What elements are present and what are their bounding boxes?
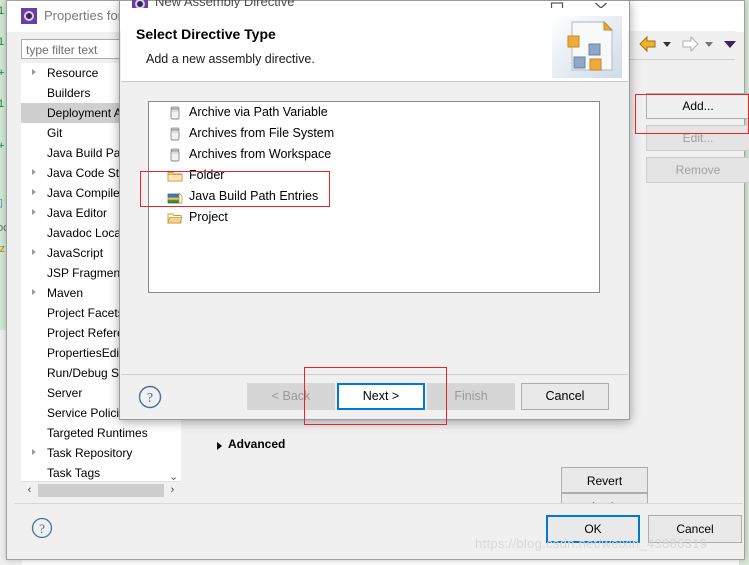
wizard-subheading: Add a new assembly directive. (146, 52, 315, 66)
tree-item-label: Maven (47, 286, 84, 300)
remove-button: Remove (646, 157, 749, 183)
books-icon (167, 189, 183, 205)
new-assembly-directive-dialog: New Assembly Directive Select Directive … (119, 0, 630, 420)
directive-type-label: Java Build Path Entries (189, 189, 319, 203)
tree-item-targeted-runtimes[interactable]: Targeted Runtimes (21, 423, 181, 443)
tree-item-label: Java Build Path (47, 146, 131, 160)
wizard-body: Archive via Path Variable Archives from F… (121, 82, 628, 374)
chevron-right-icon[interactable] (217, 442, 222, 450)
directive-type-archives-from-file-system[interactable]: Archives from File System (149, 123, 599, 144)
next-button[interactable]: Next > (337, 383, 425, 410)
view-menu-chevron-down-filled-icon[interactable] (723, 35, 737, 55)
directive-type-label: Archives from File System (189, 126, 335, 140)
back-button: < Back (247, 383, 335, 410)
hscroll-left-arrow-icon[interactable]: ‹ (22, 483, 37, 498)
svg-text:?: ? (39, 521, 45, 536)
tree-item-label: Task Repository (47, 446, 133, 460)
tree-item-label: Project Referen (47, 326, 131, 340)
advanced-label: Advanced (228, 437, 286, 451)
svg-text:?: ? (147, 391, 153, 406)
directive-type-label: Archive via Path Variable (189, 105, 328, 119)
forward-arrow-icon[interactable] (680, 35, 700, 55)
directive-type-label: Archives from Workspace (189, 147, 332, 161)
wizard-header: Select Directive Type Add a new assembly… (121, 8, 628, 82)
add-button[interactable]: Add... (646, 93, 749, 119)
hscroll-thumb[interactable] (38, 484, 164, 497)
wizard-help-question-mark-icon[interactable]: ? (138, 385, 162, 409)
directive-type-list[interactable]: Archive via Path Variable Archives from F… (148, 101, 600, 293)
directive-type-archives-from-workspace[interactable]: Archives from Workspace (149, 144, 599, 165)
tree-item-label: Run/Debug Set (47, 366, 130, 380)
back-dropdown-chevron-down-icon[interactable] (661, 35, 673, 55)
assembly-side-buttons: Add... Edit... Remove (646, 93, 749, 189)
help-question-mark-icon[interactable]: ? (31, 517, 53, 539)
finish-button: Finish (427, 383, 515, 410)
assembly-page-banner-icon (552, 16, 622, 78)
directive-type-java-build-path-entries[interactable]: Java Build Path Entries (149, 186, 599, 207)
tree-horizontal-scrollbar[interactable]: ‹ › (21, 481, 181, 499)
tree-item-label: PropertiesEdito (47, 346, 130, 360)
bg-code-fragment: 1 (0, 5, 5, 17)
jar-icon (167, 105, 183, 121)
jar-icon (167, 147, 183, 163)
directive-type-folder[interactable]: Folder (149, 165, 599, 186)
tree-item-label: Java Compiler (47, 186, 124, 200)
bg-code-fragment: 1 (0, 98, 5, 110)
tree-item-label: Task Tags (47, 466, 101, 480)
bg-code-fragment: 1 (0, 36, 5, 48)
chevron-right-icon[interactable] (32, 189, 36, 195)
tree-item-label: Targeted Runtimes (47, 426, 148, 440)
advanced-section[interactable]: Advanced (197, 436, 742, 458)
revert-button[interactable]: Revert (561, 467, 648, 493)
chevron-right-icon[interactable] (32, 289, 36, 295)
chevron-right-icon[interactable] (32, 209, 36, 215)
watermark-text: https://blog.csdn.net/weixin_43886319 (475, 536, 708, 551)
tree-item-label: Java Editor (47, 206, 108, 220)
tree-item-label: Builders (47, 86, 91, 100)
project-icon (167, 210, 183, 226)
directive-type-label: Folder (189, 168, 225, 182)
back-arrow-icon[interactable] (638, 35, 658, 55)
directive-type-archive-via-path-variable[interactable]: Archive via Path Variable (149, 102, 599, 123)
directive-type-label: Project (189, 210, 228, 224)
forward-dropdown-chevron-down-icon[interactable] (703, 35, 715, 55)
tree-item-label: Deployment As (47, 106, 128, 120)
wizard-heading: Select Directive Type (136, 26, 276, 42)
cancel-button[interactable]: Cancel (521, 383, 609, 410)
bg-text-fragment: iz (0, 243, 5, 255)
wizard-footer: ? < Back Next > Finish Cancel (121, 374, 628, 419)
tree-item-label: JSP Fragment (47, 266, 124, 280)
properties-title-label: Properties for (44, 8, 123, 23)
jar-icon (167, 126, 183, 142)
folder-icon (167, 168, 183, 184)
tree-item-task-tags[interactable]: Task Tags (21, 463, 181, 483)
tree-item-label: JavaScript (47, 246, 104, 260)
tree-item-label: Resource (47, 66, 99, 80)
tree-item-label: Server (47, 386, 83, 400)
chevron-right-icon[interactable] (32, 249, 36, 255)
tree-item-label: Git (47, 126, 63, 140)
chevron-right-icon[interactable] (32, 449, 36, 455)
directive-type-project[interactable]: Project (149, 207, 599, 228)
tree-item-label: Project Facets (47, 306, 124, 320)
chevron-right-icon[interactable] (32, 169, 36, 175)
bg-code-fragment: + (0, 140, 5, 152)
hscroll-right-arrow-icon[interactable]: › (165, 483, 180, 498)
chevron-right-icon[interactable] (32, 69, 36, 75)
eclipse-properties-icon (21, 8, 37, 24)
bg-icon-fragment: ▯ (0, 197, 4, 209)
edit-button: Edit... (646, 125, 749, 151)
bg-code-fragment: + (0, 67, 5, 79)
tree-item-task-repository[interactable]: Task Repository (21, 443, 181, 463)
